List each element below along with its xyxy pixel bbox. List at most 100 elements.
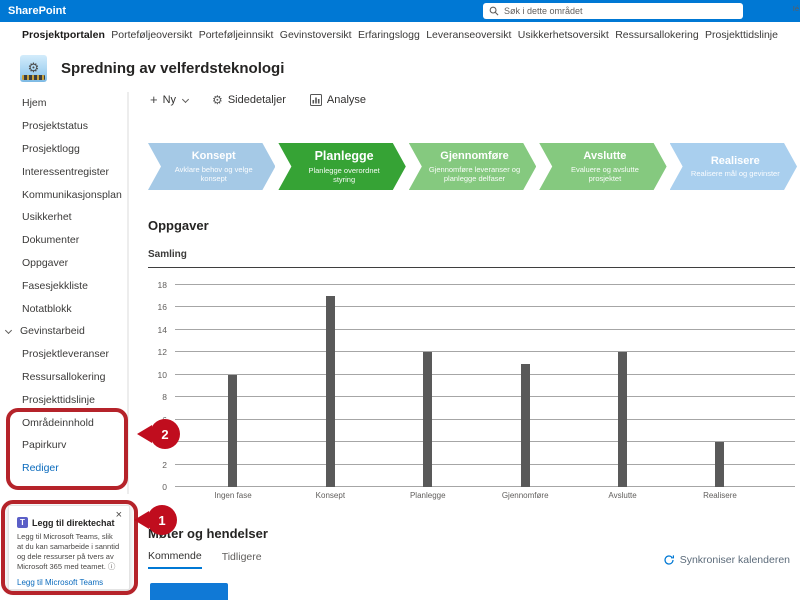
y-axis-tick-label: 12	[158, 347, 167, 357]
sidebar-item-label: Papirkurv	[22, 439, 66, 451]
tasks-section-title: Oppgaver	[148, 218, 209, 233]
chart-series-label: Samling	[148, 249, 187, 260]
nav-overflow-clipped-link[interactable]: Ié	[793, 4, 799, 13]
project-phase-bar: KonseptAvklare behov og velge konseptPla…	[148, 143, 797, 190]
sidebar-item-label: Kommunikasjonsplan	[22, 189, 122, 201]
x-axis-tick-label: Gjennomføre	[502, 491, 549, 500]
sidebar-item-gevinstarbeid[interactable]: Gevinstarbeid	[0, 320, 146, 343]
phase-description: Realisere mål og gevinster	[691, 169, 780, 178]
nav-tab-gevinstoversikt[interactable]: Gevinstoversikt	[280, 29, 352, 41]
teams-popup-title: Legg til direktechat	[32, 518, 115, 528]
sidebar-item-label: Interessentregister	[22, 166, 109, 178]
sidebar-item-papirkurv[interactable]: Papirkurv	[0, 434, 146, 457]
phase-avslutte[interactable]: AvslutteEvaluere og avslutte prosjektet	[539, 143, 666, 190]
analyze-button[interactable]: Analyse	[310, 94, 366, 106]
chart-gridline	[175, 351, 795, 352]
chart-bar-ingen-fase	[228, 375, 237, 487]
sidebar-item-dokumenter[interactable]: Dokumenter	[0, 229, 146, 252]
phase-description: Gjennomføre leveranser og planlegge delf…	[427, 165, 522, 183]
phase-name: Realisere	[711, 155, 760, 169]
chart-gridline	[175, 374, 795, 375]
sidebar-item-label: Dokumenter	[22, 234, 79, 246]
page-details-label: Sidedetaljer	[228, 94, 286, 106]
nav-tab-prosjektportalen[interactable]: Prosjektportalen	[22, 29, 105, 41]
search-box[interactable]	[483, 3, 743, 19]
teams-icon: T	[17, 517, 28, 528]
nav-tab-ressursallokering[interactable]: Ressursallokering	[615, 29, 698, 41]
sync-calendar-link[interactable]: Synkroniser kalenderen	[663, 554, 790, 566]
analyze-label: Analyse	[327, 94, 366, 106]
tab-kommende[interactable]: Kommende	[148, 550, 202, 569]
y-axis-tick-label: 0	[162, 482, 167, 492]
sidebar-item-kommunikasjonsplan[interactable]: Kommunikasjonsplan	[0, 183, 146, 206]
chart-bar-realisere	[715, 442, 724, 487]
close-icon[interactable]: ×	[116, 509, 122, 521]
sidebar-scrollbar[interactable]	[127, 92, 129, 494]
teams-popup-body: Legg til Microsoft Teams, slik at du kan…	[17, 532, 121, 573]
phase-realisere[interactable]: RealisereRealisere mål og gevinster	[670, 143, 797, 190]
phase-planlegge[interactable]: PlanleggePlanlegge overordnet styring	[278, 143, 405, 190]
chart-gridline	[175, 284, 795, 285]
sidebar-item-rediger[interactable]: Rediger	[0, 457, 146, 480]
teams-popup-text: Legg til Microsoft Teams, slik at du kan…	[17, 532, 119, 571]
phase-name: Avslutte	[583, 150, 626, 164]
chevron-down-icon	[5, 327, 12, 334]
sync-icon	[663, 554, 675, 566]
phase-gjennomfore[interactable]: GjennomføreGjennomføre leveranser og pla…	[409, 143, 536, 190]
search-input[interactable]	[504, 6, 737, 16]
sidebar-item-ressursallokering[interactable]: Ressursallokering	[0, 366, 146, 389]
sidebar-item-prosjektlogg[interactable]: Prosjektlogg	[0, 138, 146, 161]
sidebar-item-hjem[interactable]: Hjem	[0, 92, 146, 115]
chart-bar-avslutte	[618, 352, 627, 487]
teams-chat-popup: × T Legg til direktechat Legg til Micros…	[8, 505, 130, 590]
sidebar-item-fasesjekkliste[interactable]: Fasesjekkliste	[0, 274, 146, 297]
sidebar-item-label: Prosjekttidslinje	[22, 394, 95, 406]
sidebar-item-notatblokk[interactable]: Notatblokk	[0, 297, 146, 320]
analytics-icon	[310, 94, 322, 106]
nav-tab-portefoljeinnsikt[interactable]: Porteføljeinnsikt	[199, 29, 274, 41]
nav-tab-prosjekttidslinje[interactable]: Prosjekttidslinje	[705, 29, 778, 41]
chart-gridline	[175, 464, 795, 465]
add-teams-link[interactable]: Legg til Microsoft Teams	[17, 578, 121, 587]
x-axis-tick-label: Realisere	[703, 491, 737, 500]
annotation-badge-1: 1	[147, 505, 177, 535]
sidebar-item-omradeinnhold[interactable]: Områdeinnhold	[0, 411, 146, 434]
chart-separator-line	[148, 267, 795, 268]
page-details-button[interactable]: ⚙ Sidedetaljer	[212, 93, 286, 107]
sidebar-item-label: Områdeinnhold	[22, 417, 94, 429]
new-button[interactable]: + Ny	[150, 92, 188, 107]
sidebar-item-usikkerhet[interactable]: Usikkerhet	[0, 206, 146, 229]
sidebar-item-oppgaver[interactable]: Oppgaver	[0, 252, 146, 275]
annotation-badge-2: 2	[150, 419, 180, 449]
page-title: Spredning av velferdsteknologi	[61, 60, 284, 77]
sidebar-item-label: Prosjektleveranser	[22, 348, 109, 360]
sidebar-item-prosjekttidslinje[interactable]: Prosjekttidslinje	[0, 388, 146, 411]
phase-name: Gjennomføre	[440, 150, 508, 164]
sidebar-item-label: Rediger	[22, 462, 59, 474]
phase-konsept[interactable]: KonseptAvklare behov og velge konsept	[148, 143, 275, 190]
sidebar-item-prosjektleveranser[interactable]: Prosjektleveranser	[0, 343, 146, 366]
chart-gridline	[175, 329, 795, 330]
sidebar-item-label: Prosjektstatus	[22, 120, 88, 132]
hub-navigation: Prosjektportalen Porteføljeoversikt Portef…	[0, 22, 800, 47]
sharepoint-brand-link[interactable]: SharePoint	[8, 5, 66, 17]
main-content: + Ny ⚙ Sidedetaljer Analyse KonseptAvkla…	[148, 88, 800, 600]
info-icon[interactable]: ⓘ	[108, 562, 116, 571]
tab-tidligere[interactable]: Tidligere	[222, 551, 262, 568]
gear-icon: ⚙	[212, 93, 223, 107]
nav-tab-leveranseoversikt[interactable]: Leveranseoversikt	[426, 29, 511, 41]
chart-plot	[175, 285, 795, 487]
chart-x-axis: Ingen faseKonseptPlanleggeGjennomføreAvs…	[175, 487, 795, 503]
new-event-button[interactable]	[150, 583, 228, 600]
nav-tab-usikkerhetsoversikt[interactable]: Usikkerhetsoversikt	[518, 29, 609, 41]
nav-tab-erfaringslogg[interactable]: Erfaringslogg	[358, 29, 420, 41]
sidebar-item-label: Oppgaver	[22, 257, 68, 269]
phase-name: Planlegge	[315, 149, 374, 165]
chart-gridline	[175, 306, 795, 307]
sidebar-item-label: Ressursallokering	[22, 371, 105, 383]
sidebar-item-prosjektstatus[interactable]: Prosjektstatus	[0, 115, 146, 138]
new-button-label: Ny	[163, 94, 176, 106]
nav-tab-portefoljeoversikt[interactable]: Porteføljeoversikt	[111, 29, 192, 41]
sidebar-item-interessentregister[interactable]: Interessentregister	[0, 160, 146, 183]
search-icon	[489, 6, 499, 16]
